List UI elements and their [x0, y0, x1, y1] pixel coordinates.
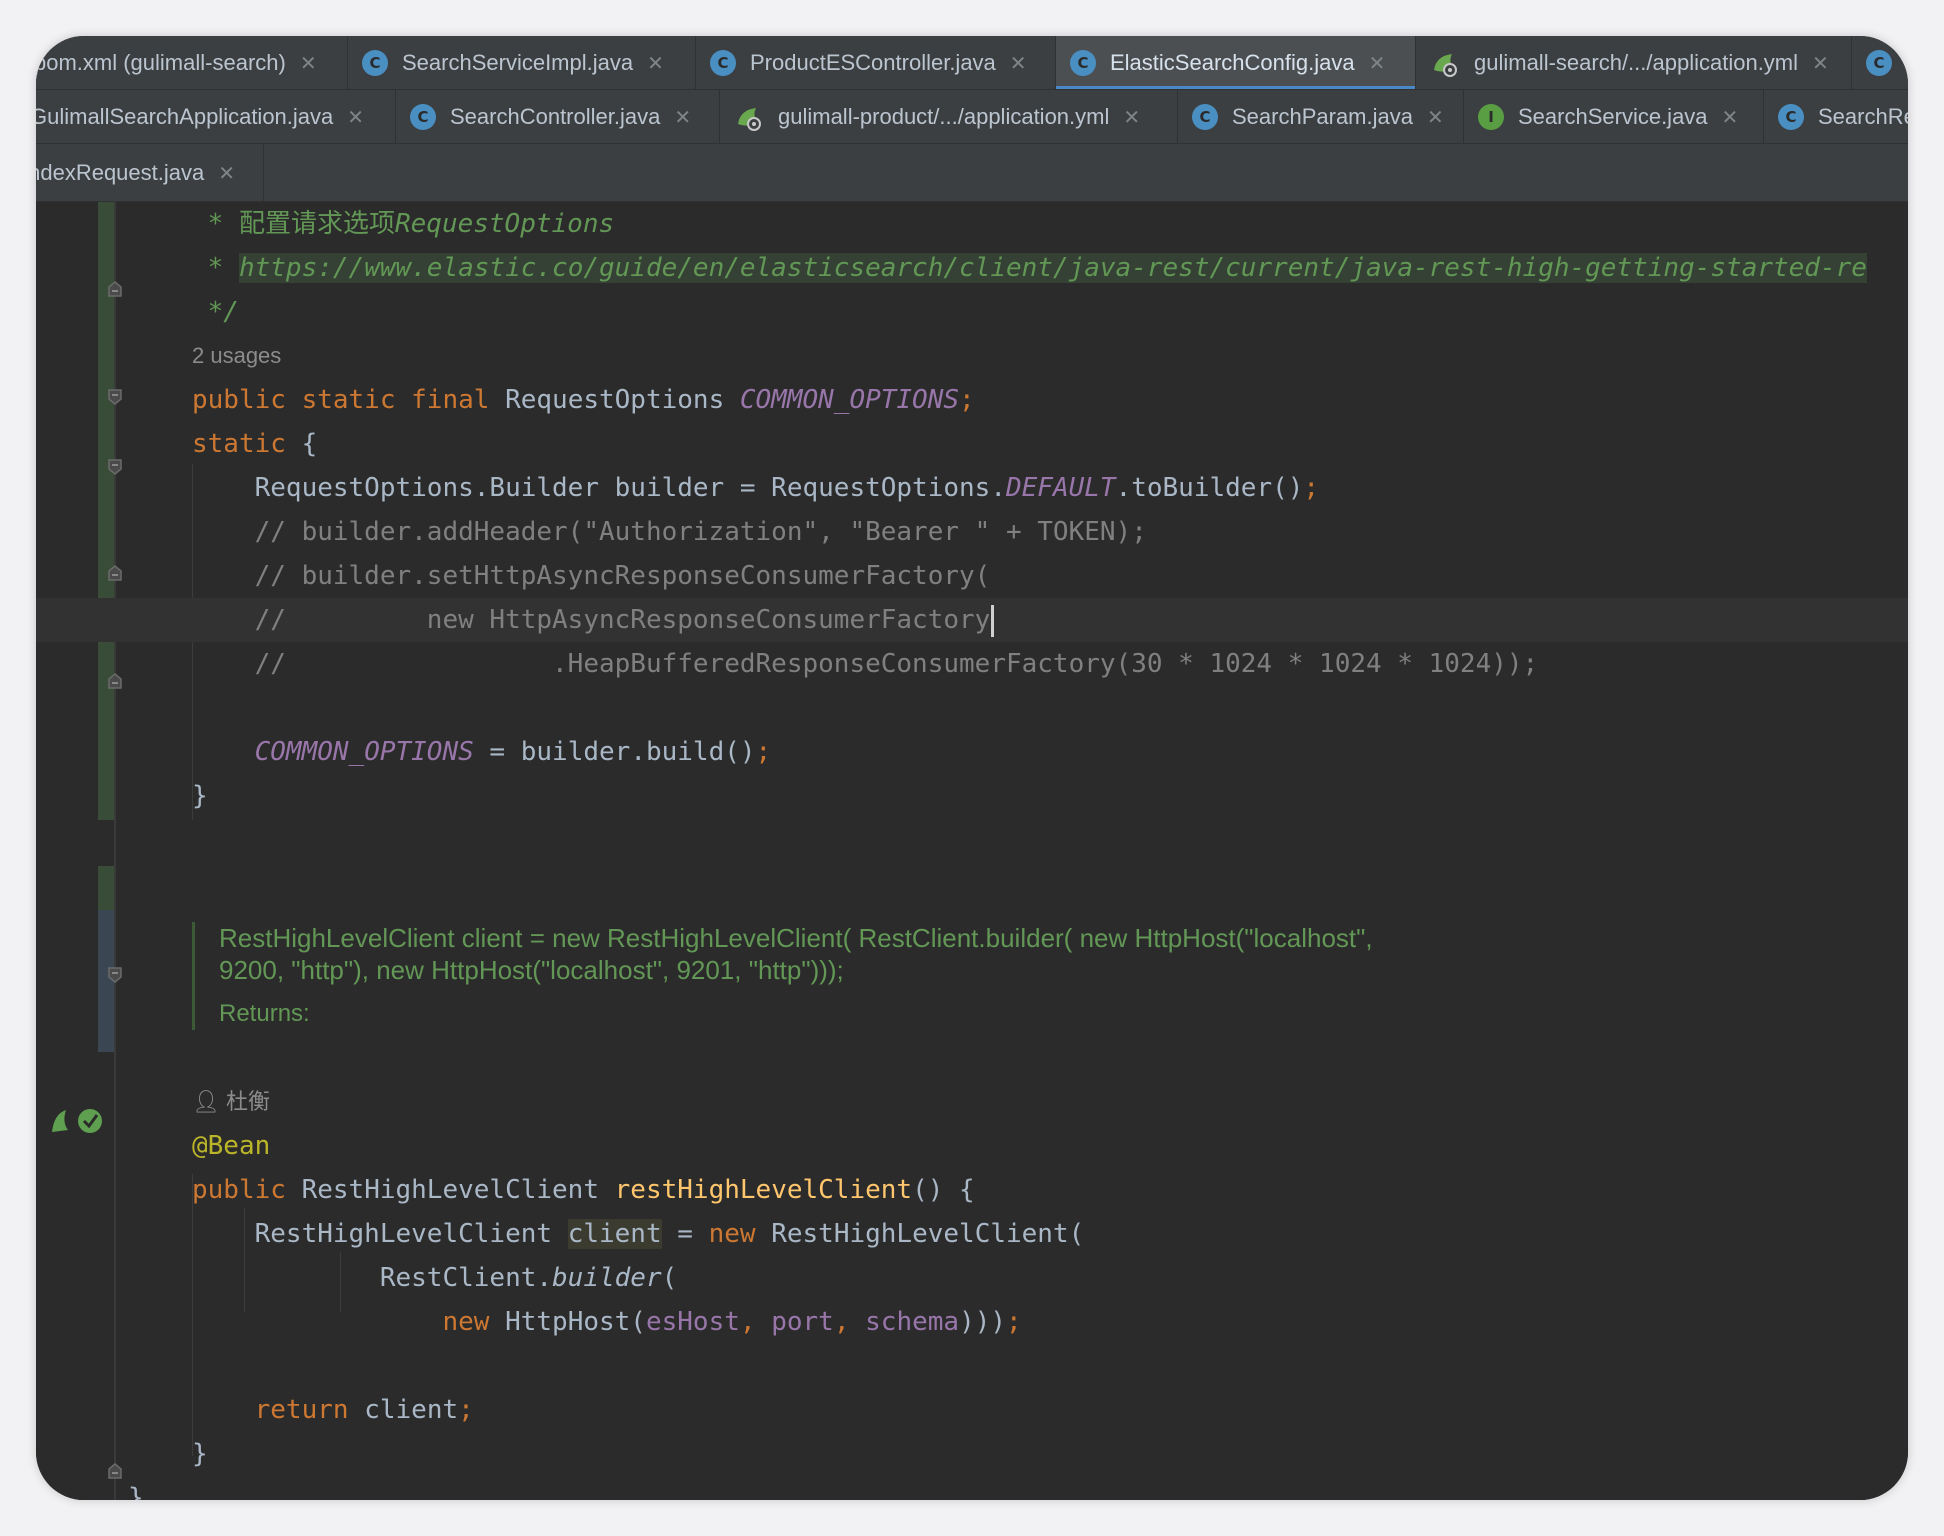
javadoc-returns: Returns: — [219, 1000, 310, 1027]
usages-hint[interactable]: 2 usages — [192, 334, 281, 378]
code-line: new HttpHost(esHost, port, schema))); — [442, 1307, 1022, 1337]
code-line: static { — [192, 429, 318, 459]
tab-label: SearchServiceImpl.java — [402, 50, 634, 75]
code-line: * 配置请求选项RequestOptions — [192, 209, 615, 239]
class-icon: C — [1778, 104, 1804, 130]
tab-search-param[interactable]: C SearchParam.java ✕ — [1178, 90, 1464, 143]
tab-overflow-class[interactable]: C — [1852, 36, 1908, 89]
code-line: public static final RequestOptions COMMO… — [192, 385, 975, 415]
close-icon[interactable]: ✕ — [1812, 51, 1829, 75]
tab-label: pom.xml (gulimall-search) — [36, 50, 286, 75]
close-icon[interactable]: ✕ — [218, 161, 235, 185]
code-line: RestHighLevelClient client = new RestHig… — [192, 1219, 1085, 1249]
close-icon[interactable]: ✕ — [300, 51, 317, 75]
tab-label: SearchRe — [1818, 104, 1908, 129]
close-icon[interactable]: ✕ — [674, 105, 691, 129]
rendered-javadoc: RestHighLevelClient client = new RestHig… — [192, 922, 1472, 1030]
tab-gulimall-search-application[interactable]: GulimallSearchApplication.java ✕ — [36, 90, 396, 143]
code-line: } — [192, 781, 208, 811]
code-line: // .HeapBufferedResponseConsumerFactory(… — [192, 649, 1539, 679]
tab-search-application-yml[interactable]: gulimall-search/.../application.yml ✕ — [1416, 36, 1852, 89]
author-hint[interactable]: 👤︎ 杜衡 — [192, 1080, 270, 1124]
tab-label: ProductESController.java — [750, 50, 996, 75]
interface-icon: I — [1478, 104, 1504, 130]
ide-window: pom.xml (gulimall-search) ✕ C SearchServ… — [36, 36, 1908, 1500]
code-line: public RestHighLevelClient restHighLevel… — [192, 1175, 975, 1205]
close-icon[interactable]: ✕ — [1010, 51, 1027, 75]
class-icon: C — [1866, 50, 1892, 76]
tab-label: SearchController.java — [450, 104, 661, 129]
code-line: RequestOptions.Builder builder = Request… — [192, 473, 1320, 503]
yaml-icon — [734, 102, 764, 132]
class-icon: C — [1070, 50, 1096, 76]
close-icon[interactable]: ✕ — [647, 51, 664, 75]
editor-tab-row-2: GulimallSearchApplication.java ✕ C Searc… — [36, 90, 1908, 144]
tab-search-service[interactable]: I SearchService.java ✕ — [1464, 90, 1764, 143]
code-line: * https://www.elastic.co/guide/en/elasti… — [192, 253, 1867, 283]
tab-label: gulimall-product/.../application.yml — [778, 104, 1110, 129]
code-line: @Bean — [192, 1131, 271, 1161]
close-icon[interactable]: ✕ — [1722, 105, 1739, 129]
tab-search-re[interactable]: C SearchRe — [1764, 90, 1908, 143]
tab-search-service-impl[interactable]: C SearchServiceImpl.java ✕ — [348, 36, 696, 89]
tab-pom-xml[interactable]: pom.xml (gulimall-search) ✕ — [36, 36, 348, 89]
tab-product-es-controller[interactable]: C ProductESController.java ✕ — [696, 36, 1056, 89]
code-line: RestClient.builder( — [192, 1263, 678, 1293]
tab-elastic-search-config[interactable]: C ElasticSearchConfig.java ✕ — [1056, 36, 1416, 89]
editor-tab-row-1: pom.xml (gulimall-search) ✕ C SearchServ… — [36, 36, 1908, 90]
javadoc-line: 9200, "http"), new HttpHost("localhost",… — [219, 955, 844, 985]
yaml-icon — [1430, 48, 1460, 78]
tab-label: GulimallSearchApplication.java — [36, 104, 334, 129]
code-line: // builder.addHeader("Authorization", "B… — [192, 517, 1147, 547]
doc-link[interactable]: https://www.elastic.co/guide/en/elastics… — [238, 253, 1867, 283]
user-icon: 👤︎ — [192, 1089, 227, 1114]
tab-label: gulimall-search/.../application.yml — [1474, 50, 1799, 75]
vcs-change-marker — [98, 866, 114, 910]
text-caret — [991, 604, 995, 637]
code-line: } — [192, 1439, 208, 1469]
class-icon: C — [410, 104, 436, 130]
close-icon[interactable]: ✕ — [1427, 105, 1444, 129]
code-line: } — [128, 1483, 144, 1500]
fold-start-icon[interactable] — [107, 966, 123, 984]
code-line: return client; — [254, 1395, 474, 1425]
code-line: COMMON_OPTIONS = builder.build(); — [254, 737, 772, 767]
code-editor[interactable]: * 配置请求选项RequestOptions * https://www.ela… — [36, 202, 1908, 1500]
editor-tab-row-3: IndexRequest.java ✕ — [36, 144, 1908, 202]
class-icon: C — [710, 50, 736, 76]
tab-index-request[interactable]: IndexRequest.java ✕ — [36, 144, 264, 201]
tab-search-controller[interactable]: C SearchController.java ✕ — [396, 90, 720, 143]
close-icon[interactable]: ✕ — [1369, 51, 1386, 75]
code-line: */ — [192, 297, 239, 327]
tab-label: SearchParam.java — [1232, 104, 1413, 129]
current-line: // new HttpAsyncResponseConsumerFactory — [36, 598, 1908, 642]
close-icon[interactable]: ✕ — [1123, 105, 1140, 129]
code-line: // builder.setHttpAsyncResponseConsumerF… — [192, 561, 991, 591]
class-icon: C — [1192, 104, 1218, 130]
close-icon[interactable]: ✕ — [347, 105, 364, 129]
tab-product-application-yml[interactable]: gulimall-product/.../application.yml ✕ — [720, 90, 1178, 143]
tab-label: ElasticSearchConfig.java — [1110, 50, 1355, 75]
javadoc-line: RestHighLevelClient client = new RestHig… — [219, 923, 1373, 953]
tab-label: SearchService.java — [1518, 104, 1708, 129]
class-icon: C — [362, 50, 388, 76]
tab-label: IndexRequest.java — [36, 160, 205, 185]
